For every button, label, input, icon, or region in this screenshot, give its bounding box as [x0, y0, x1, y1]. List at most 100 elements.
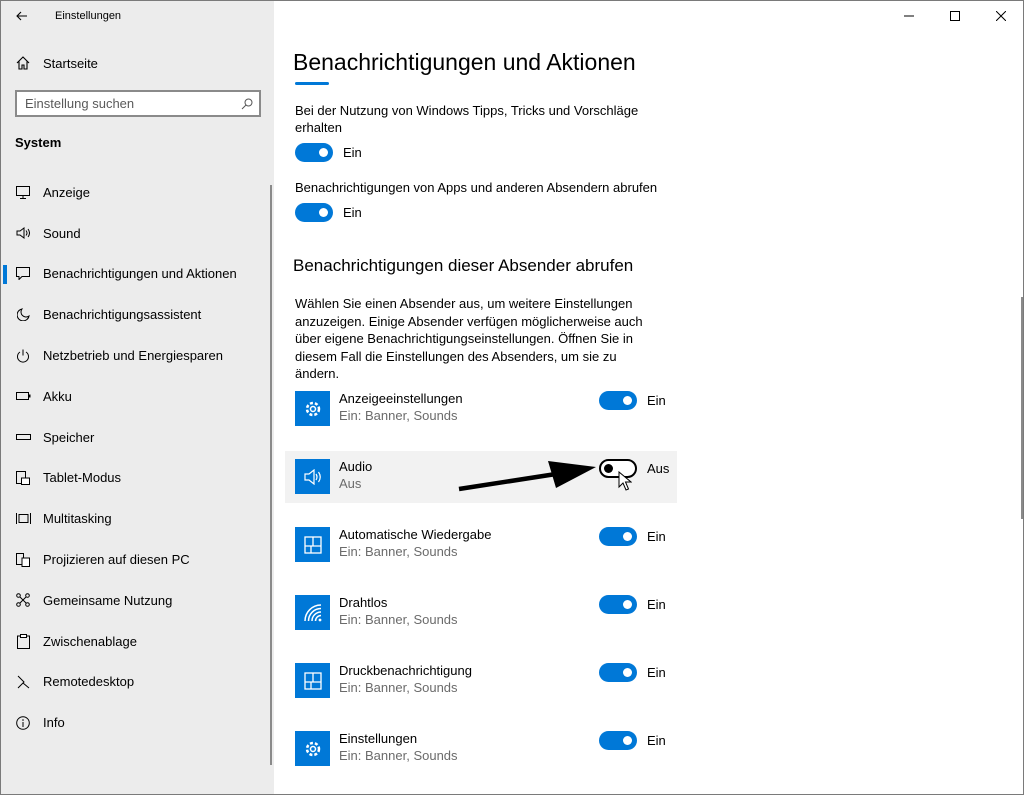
sender-name: Anzeigeeinstellungen	[339, 391, 463, 406]
sender-toggle[interactable]	[599, 527, 637, 546]
home-icon	[15, 55, 31, 71]
remote-icon	[15, 674, 31, 690]
sidebar-item-label: Projizieren auf diesen PC	[43, 552, 190, 568]
sender-toggle-state: Ein	[647, 733, 666, 748]
sidebar-item-label: Anzeige	[43, 184, 90, 200]
sidebar-item-label: Multitasking	[43, 511, 112, 527]
apps-toggle-row: Ein	[295, 203, 362, 222]
sidebar-item-anzeige[interactable]: Anzeige	[1, 172, 274, 213]
sidebar-item-info[interactable]: Info	[1, 702, 274, 743]
apps-toggle-state: Ein	[343, 205, 362, 220]
sidebar-item-multitasking[interactable]: Multitasking	[1, 498, 274, 539]
sender-toggle-row: Aus	[599, 459, 669, 478]
wireless-icon	[295, 595, 330, 630]
sidebar-item-label: Tablet-Modus	[43, 470, 122, 486]
sender-name: Audio	[339, 459, 373, 474]
close-icon	[996, 11, 1006, 21]
search-icon	[241, 98, 253, 109]
sidebar-item-netzbetrieb[interactable]: Netzbetrieb und Energiesparen	[1, 335, 274, 376]
sender-toggle[interactable]	[599, 663, 637, 682]
sender-status: Ein: Banner, Sounds	[339, 612, 458, 627]
power-icon	[15, 348, 31, 364]
sidebar-scrollbar[interactable]	[270, 185, 272, 765]
back-button[interactable]	[1, 1, 43, 31]
sidebar-item-label: Benachrichtigungsassistent	[43, 307, 202, 323]
annotation-arrow-icon	[458, 461, 596, 492]
gear-icon	[295, 731, 330, 766]
apps-label: Benachrichtigungen von Apps und anderen …	[295, 180, 658, 195]
share-icon	[15, 592, 31, 608]
sender-toggle[interactable]	[599, 731, 637, 750]
tips-toggle[interactable]	[295, 143, 333, 162]
back-arrow-icon	[16, 11, 27, 21]
tips-toggle-row: Ein	[295, 143, 362, 162]
info-icon	[15, 715, 31, 731]
minimize-icon	[904, 15, 914, 17]
sender-item-anzeigeeinstellungen[interactable]: Anzeigeeinstellungen Ein: Banner, Sounds…	[285, 383, 677, 435]
nav-home[interactable]: Startseite	[1, 49, 274, 77]
main-content: Benachrichtigungen und Aktionen Bei der …	[274, 1, 1023, 794]
sender-toggle-state: Ein	[647, 665, 666, 680]
sidebar-item-label: Akku	[43, 388, 72, 404]
tips-toggle-state: Ein	[343, 145, 362, 160]
sidebar-section-heading: System	[15, 135, 62, 150]
sidebar-item-tablet-modus[interactable]: Tablet-Modus	[1, 458, 274, 499]
sender-status: Ein: Banner, Sounds	[339, 408, 458, 423]
maximize-icon	[950, 11, 960, 21]
close-button[interactable]	[978, 1, 1023, 31]
sender-item-druckbenachrichtigung[interactable]: Druckbenachrichtigung Ein: Banner, Sound…	[285, 655, 677, 707]
sender-item-automatische-wiedergabe[interactable]: Automatische Wiedergabe Ein: Banner, Sou…	[285, 519, 677, 571]
sender-status: Ein: Banner, Sounds	[339, 748, 458, 763]
senders-description: Wählen Sie einen Absender aus, um weiter…	[295, 296, 643, 381]
mouse-cursor-icon	[618, 471, 632, 491]
maximize-button[interactable]	[932, 1, 978, 31]
sidebar-item-label: Speicher	[43, 429, 95, 445]
print-notification-icon	[295, 663, 330, 698]
apps-toggle[interactable]	[295, 203, 333, 222]
sidebar-nav: Anzeige Sound Benachrichtigungen und Akt…	[1, 172, 274, 743]
sender-toggle-row: Ein	[599, 391, 666, 410]
sender-name: Einstellungen	[339, 731, 418, 746]
senders-heading: Benachrichtigungen dieser Absender abruf…	[293, 256, 634, 275]
settings-window: Einstellungen Startseite Einstellung suc…	[0, 0, 1024, 795]
sender-status: Ein: Banner, Sounds	[339, 680, 458, 695]
minimize-button[interactable]	[886, 1, 932, 31]
sender-toggle-state: Ein	[647, 529, 666, 544]
sidebar-item-label: Benachrichtigungen und Aktionen	[43, 266, 237, 282]
main-scrollbar[interactable]	[1021, 297, 1023, 519]
clipboard-icon	[15, 633, 31, 649]
sender-toggle-row: Ein	[599, 527, 666, 546]
sender-item-drahtlos[interactable]: Drahtlos Ein: Banner, Sounds Ein	[285, 587, 677, 639]
multitasking-icon	[15, 511, 31, 527]
sender-name: Automatische Wiedergabe	[339, 527, 492, 542]
sender-toggle[interactable]	[599, 595, 637, 614]
sidebar-item-benachrichtigungen[interactable]: Benachrichtigungen und Aktionen	[1, 254, 274, 295]
sidebar-item-sound[interactable]: Sound	[1, 213, 274, 254]
sidebar-item-label: Sound	[43, 225, 81, 241]
sender-toggle[interactable]	[599, 391, 637, 410]
sender-status: Ein: Banner, Sounds	[339, 544, 458, 559]
search-input[interactable]: Einstellung suchen	[15, 90, 261, 117]
display-icon	[15, 184, 31, 200]
storage-icon	[15, 429, 31, 445]
scroll-indicator	[295, 82, 329, 85]
moon-icon	[15, 307, 31, 323]
sender-item-einstellungen[interactable]: Einstellungen Ein: Banner, Sounds Ein	[285, 723, 677, 775]
gear-icon	[295, 391, 330, 426]
sidebar-item-remotedesktop[interactable]: Remotedesktop	[1, 662, 274, 703]
sidebar-item-zwischenablage[interactable]: Zwischenablage	[1, 621, 274, 662]
sender-toggle-state: Aus	[647, 461, 670, 476]
sidebar-item-projizieren[interactable]: Projizieren auf diesen PC	[1, 539, 274, 580]
tablet-icon	[15, 470, 31, 486]
sidebar-item-label: Remotedesktop	[43, 674, 135, 690]
sidebar-item-speicher[interactable]: Speicher	[1, 417, 274, 458]
sender-name: Druckbenachrichtigung	[339, 663, 472, 678]
sidebar-item-akku[interactable]: Akku	[1, 376, 274, 417]
window-title: Einstellungen	[55, 10, 122, 22]
sidebar-item-gemeinsame-nutzung[interactable]: Gemeinsame Nutzung	[1, 580, 274, 621]
sender-toggle-row: Ein	[599, 663, 666, 682]
titlebar: Einstellungen	[1, 1, 274, 31]
speaker-icon	[15, 225, 31, 241]
sidebar-item-label: Netzbetrieb und Energiesparen	[43, 348, 223, 364]
sidebar-item-benachrichtigungsassistent[interactable]: Benachrichtigungsassistent	[1, 294, 274, 335]
